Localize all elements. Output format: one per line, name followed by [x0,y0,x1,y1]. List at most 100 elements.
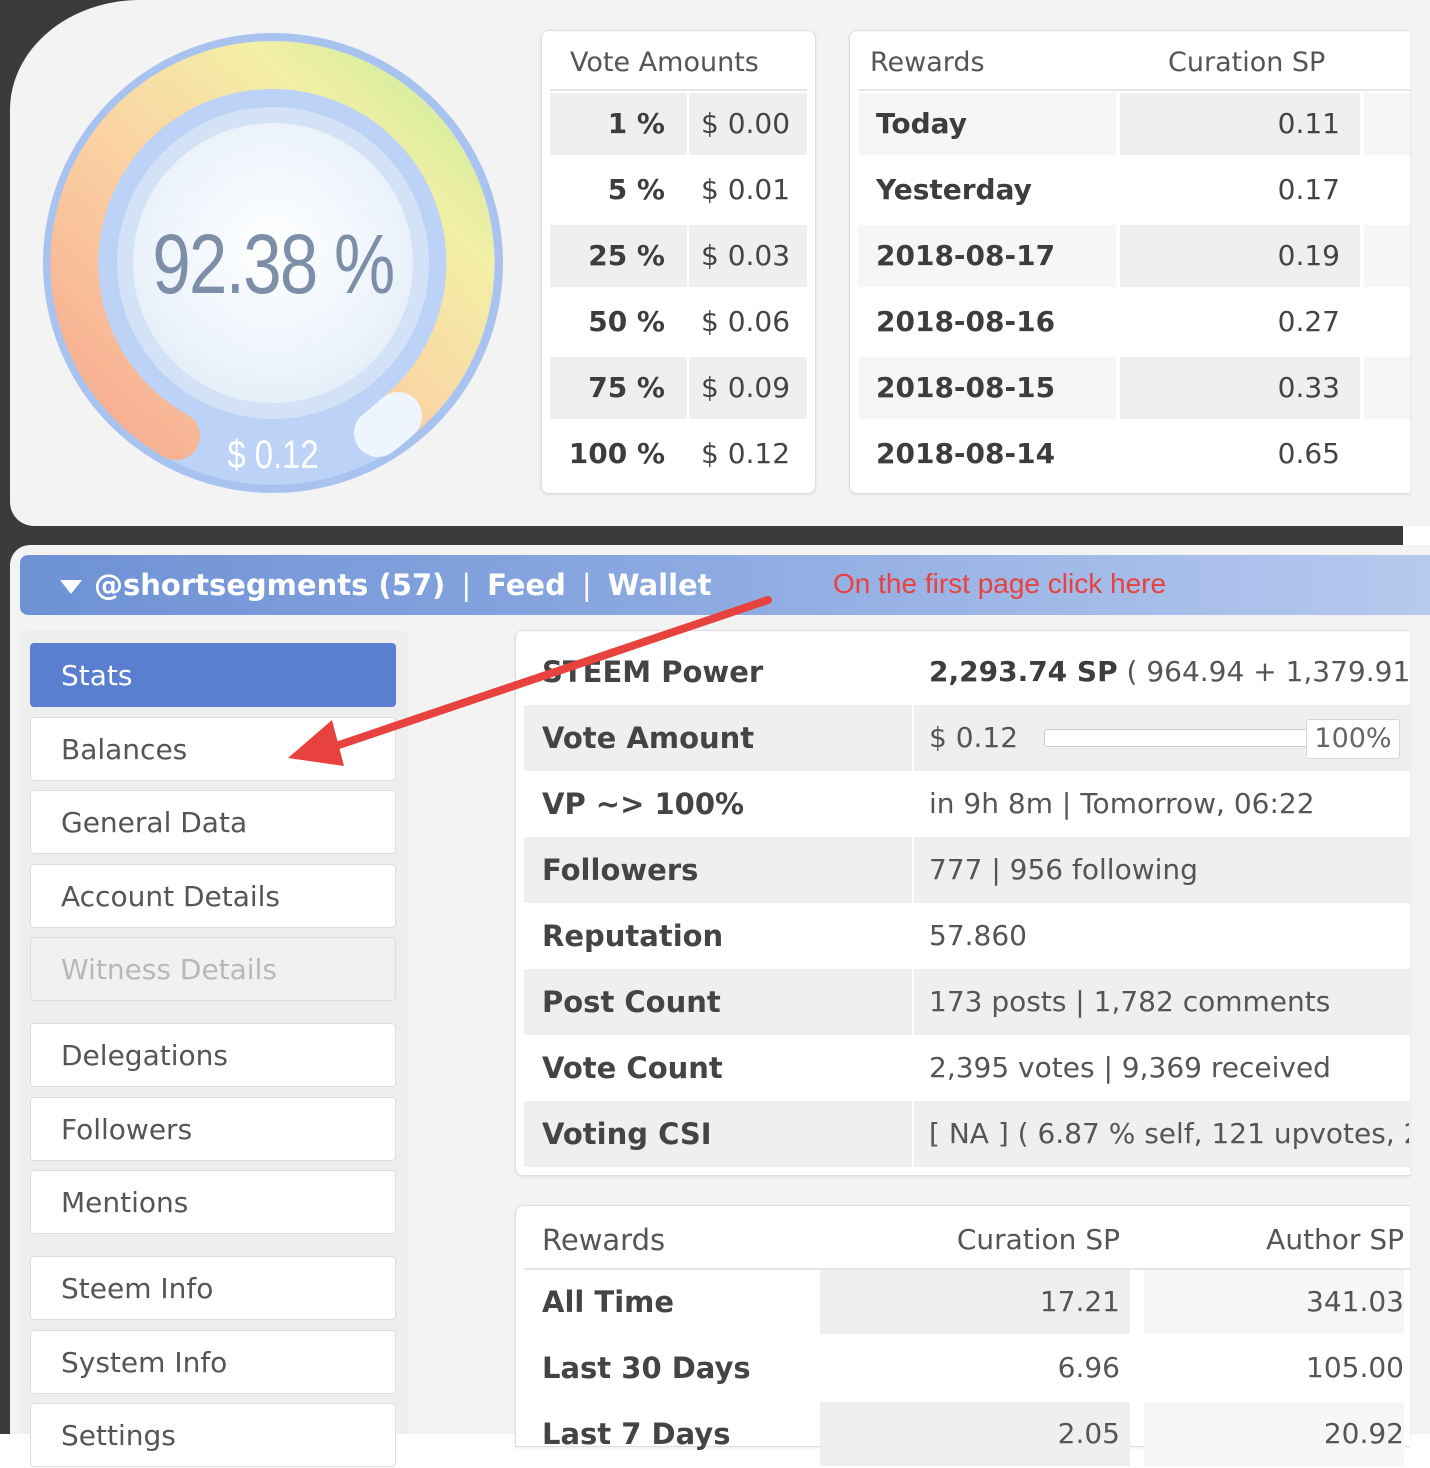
reward-day: 2018-08-14 [876,437,1056,470]
header-divider [550,89,807,91]
table-row: 2018-08-16 0.27 [858,291,1410,353]
vote-dollar: $ 0.12 [701,437,791,470]
table-row: Today 0.11 [858,93,1410,155]
curation-value: 17.21 [820,1270,1130,1334]
sidebar-item-steem-info[interactable]: Steem Info [30,1256,396,1320]
sidebar-item-followers[interactable]: Followers [30,1097,396,1161]
stat-label: Vote Amount [542,721,755,755]
vote-dollar: $ 0.09 [689,357,807,419]
table-row: 75 % $ 0.09 [550,357,807,419]
header-divider [858,89,1410,91]
stat-label: Vote Count [542,1051,723,1085]
vote-dollar: $ 0.06 [701,305,791,338]
table-row: 25 % $ 0.03 [550,225,807,287]
author-value: 341.03 [1144,1270,1404,1334]
table-row: 2018-08-17 0.19 [858,225,1410,287]
curation-value: 0.33 [1120,357,1360,419]
stat-value: 57.860 [929,919,1027,952]
reward-day: Today [858,93,1116,155]
sidebar-item-balances[interactable]: Balances [30,717,396,781]
table-header-row: Rewards Curation SP Author SP [524,1208,1410,1272]
table-row: All Time 17.21 341.03 [524,1270,1410,1334]
separator: | [461,568,472,602]
reward-period: Last 7 Days [542,1417,731,1451]
stats-row-voting-csi: Voting CSI [ NA ] ( 6.87 % self, 121 upv… [524,1101,1410,1167]
sidebar-item-mentions[interactable]: Mentions [30,1170,396,1234]
stats-row-reputation: Reputation 57.860 [524,903,1410,969]
stat-value: 173 posts | 1,782 comments [929,985,1331,1018]
vote-weight-input[interactable]: 100% [1306,719,1400,759]
separator: | [581,568,592,602]
rewards-header: Rewards [870,47,985,78]
account-bar: @shortsegments (57) | Feed | Wallet [20,555,1430,615]
vote-weight-slider[interactable] [1044,729,1308,747]
sidebar-item-delegations[interactable]: Delegations [30,1023,396,1087]
annotation-text: On the first page click here [833,568,1167,599]
curation-value: 0.11 [1120,93,1360,155]
account-name-link[interactable]: @shortsegments (57) [94,555,445,615]
sidebar-item-system-info[interactable]: System Info [30,1330,396,1394]
sidebar-item-settings[interactable]: Settings [30,1403,396,1467]
table-row: 5 % $ 0.01 [550,159,807,221]
vote-amounts-table: Vote Amounts 1 % $ 0.00 5 % $ 0.01 25 % … [541,30,816,494]
curation-value: 0.27 [1277,305,1340,338]
vote-percent: 50 % [588,305,665,338]
reward-period: Last 30 Days [542,1351,751,1385]
sidebar-item-stats[interactable]: Stats [30,643,396,707]
column-gap [912,969,914,1035]
curation-value: 0.17 [1277,173,1340,206]
curation-sp-header: Curation SP [1168,47,1326,78]
reward-day: Yesterday [876,173,1032,206]
stats-row-steem-power: STEEM Power 2,293.74 SP ( 964.94 + 1,379… [524,639,1410,705]
stats-row-vp: VP ~> 100% in 9h 8m | Tomorrow, 06:22 [524,771,1410,837]
table-row: Last 30 Days 6.96 105.00 [524,1336,1410,1400]
stat-value: $ 0.12 [929,721,1019,754]
vote-dollar: $ 0.03 [689,225,807,287]
feed-link[interactable]: Feed [487,555,566,615]
sidebar-item-general-data[interactable]: General Data [30,790,396,854]
stat-label: STEEM Power [542,655,764,689]
vote-dollar: $ 0.01 [701,173,791,206]
stat-label: Reputation [542,919,724,953]
table-row: Yesterday 0.17 [858,159,1410,221]
author-sp-header: Author SP [1266,1223,1404,1256]
stats-row-vote-amount: Vote Amount $ 0.12 100% [524,705,1410,771]
vote-percent: 75 % [550,357,687,419]
vote-percent: 1 % [550,93,687,155]
wallet-link[interactable]: Wallet [608,555,712,615]
stat-value: in 9h 8m | Tomorrow, 06:22 [929,787,1315,820]
reward-day: 2018-08-15 [858,357,1116,419]
reward-period: All Time [542,1285,675,1319]
daily-rewards-table: Rewards Curation SP Today 0.11 Yesterday… [849,30,1410,494]
voting-power-percent: 92.38 % [152,217,395,311]
voting-power-gauge: 92.38 % $ 0.12 [38,28,508,498]
stat-value: 2,395 votes | 9,369 received [929,1051,1331,1084]
stat-label: Voting CSI [542,1117,712,1151]
table-row: 100 % $ 0.12 [550,423,807,485]
sidebar-item-account-details[interactable]: Account Details [30,864,396,928]
sidebar-item-witness-details: Witness Details [30,937,396,1001]
curation-value: 6.96 [1057,1351,1120,1384]
rewards-summary-table: Rewards Curation SP Author SP All Time 1… [515,1205,1410,1466]
account-stats-table: STEEM Power 2,293.74 SP ( 964.94 + 1,379… [515,630,1410,1176]
vote-percent: 5 % [607,173,665,206]
table-row: 1 % $ 0.00 [550,93,807,155]
curation-value: 0.65 [1277,437,1340,470]
curation-sp-header: Curation SP [956,1223,1120,1256]
column-gap [912,1101,914,1167]
reward-day: 2018-08-17 [858,225,1116,287]
stats-row-post-count: Post Count 173 posts | 1,782 comments [524,969,1410,1035]
stat-value: 2,293.74 SP ( 964.94 + 1,379.91 - 5 [929,639,1409,705]
rewards-header: Rewards [542,1223,666,1257]
table-row: 2018-08-15 0.33 [858,357,1410,419]
next-column-cell [1364,357,1410,419]
stat-value: 777 | 956 following [929,853,1198,886]
vote-dollar: $ 0.00 [689,93,807,155]
column-gap [912,705,914,771]
table-row: 2018-08-14 0.65 [858,423,1410,485]
vote-value: $ 0.12 [227,433,319,477]
stat-label: VP ~> 100% [542,787,745,821]
collapse-triangle-icon[interactable] [60,580,82,594]
stats-row-vote-count: Vote Count 2,395 votes | 9,369 received [524,1035,1410,1101]
author-value: 105.00 [1306,1351,1404,1384]
